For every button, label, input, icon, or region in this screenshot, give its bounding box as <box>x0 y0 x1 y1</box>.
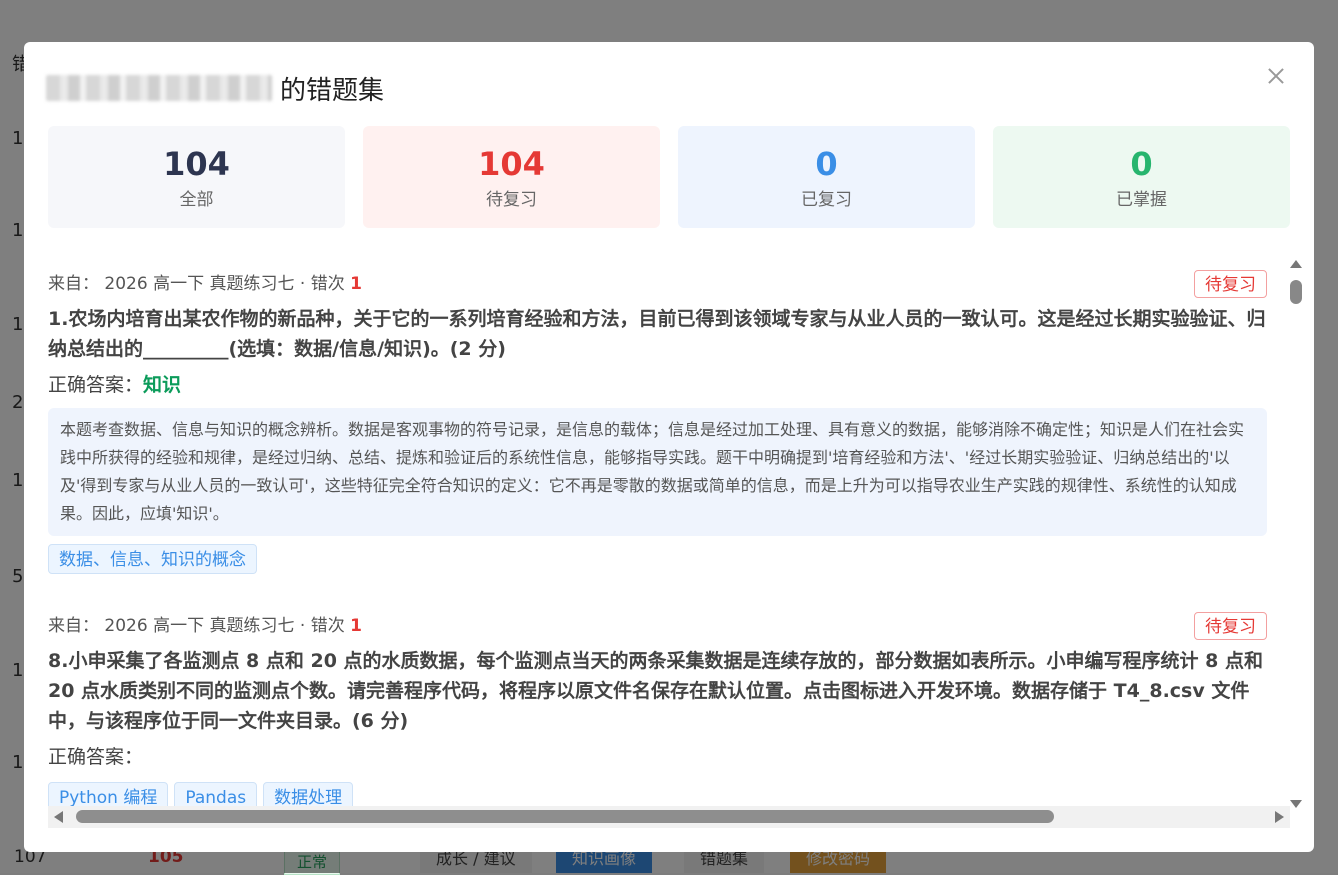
item-source: 来自： 2026 高一下 真题练习七 · 错次 1 <box>48 612 1267 640</box>
list-item: 来自： 2026 高一下 真题练习七 · 错次 1 待复习 1.农场内培育出某农… <box>48 256 1267 574</box>
stat-label: 已复习 <box>801 189 852 210</box>
source-text: 2026 高一下 真题练习七 · 错次 <box>104 274 345 294</box>
question-text: 1.农场内培育出某农作物的新品种，关于它的一系列培育经验和方法，目前已得到该领域… <box>48 308 1266 360</box>
source-prefix: 来自： <box>48 616 99 636</box>
close-icon[interactable] <box>1264 64 1288 88</box>
status-badge[interactable]: 待复习 <box>1194 270 1267 298</box>
scroll-up-arrow-icon[interactable] <box>1290 260 1302 268</box>
blurred-student-name <box>46 75 272 101</box>
vertical-scrollbar[interactable] <box>1286 256 1304 808</box>
stat-card-all[interactable]: 104 全部 <box>48 126 345 228</box>
stat-card-mastered[interactable]: 0 已掌握 <box>993 126 1290 228</box>
dialog-title: 的错题集 <box>46 70 384 106</box>
answer-label: 正确答案： <box>48 374 144 396</box>
explanation-box: 本题考查数据、信息与知识的概念辨析。数据是客观事物的符号记录，是信息的载体；信息… <box>48 408 1267 536</box>
correct-answer: 正确答案： <box>48 740 1267 774</box>
stat-value: 104 <box>163 144 230 183</box>
dialog-title-text: 的错题集 <box>280 75 385 106</box>
wrong-count: 1 <box>350 274 362 294</box>
status-badge[interactable]: 待复习 <box>1194 612 1267 640</box>
scroll-down-arrow-icon[interactable] <box>1290 800 1302 808</box>
tag-list: Python 编程 Pandas 数据处理 <box>48 782 1267 808</box>
stat-label: 待复习 <box>486 189 537 210</box>
stat-card-pending[interactable]: 104 待复习 <box>363 126 660 228</box>
question-text: 8.小申采集了各监测点 8 点和 20 点的水质数据，每个监测点当天的两条采集数… <box>48 650 1264 732</box>
scroll-right-arrow-icon[interactable] <box>1275 811 1284 823</box>
source-text: 2026 高一下 真题练习七 · 错次 <box>104 616 345 636</box>
scrollbar-thumb[interactable] <box>1290 280 1302 304</box>
item-source: 来自： 2026 高一下 真题练习七 · 错次 1 <box>48 270 1267 298</box>
stat-value: 0 <box>1130 144 1153 183</box>
scrollbar-thumb[interactable] <box>76 810 1054 823</box>
stat-value: 104 <box>478 144 545 183</box>
knowledge-tag[interactable]: Python 编程 <box>48 782 169 808</box>
knowledge-tag[interactable]: 数据、信息、知识的概念 <box>48 544 257 574</box>
answer-value: 知识 <box>143 374 182 396</box>
horizontal-scrollbar[interactable] <box>48 806 1290 828</box>
tag-list: 数据、信息、知识的概念 <box>48 544 1267 574</box>
scroll-left-arrow-icon[interactable] <box>54 811 63 823</box>
stat-label: 全部 <box>179 189 214 210</box>
wrong-questions-dialog: 的错题集 104 全部 104 待复习 0 已复习 0 已掌握 来自： 2026… <box>24 42 1314 852</box>
list-item: 来自： 2026 高一下 真题练习七 · 错次 1 待复习 8.小申采集了各监测… <box>48 598 1267 808</box>
stat-value: 0 <box>815 144 838 183</box>
stat-label: 已掌握 <box>1116 189 1167 210</box>
answer-label: 正确答案： <box>48 746 144 768</box>
wrong-question-list[interactable]: 来自： 2026 高一下 真题练习七 · 错次 1 待复习 1.农场内培育出某农… <box>48 256 1267 808</box>
knowledge-tag[interactable]: 数据处理 <box>263 782 354 808</box>
wrong-count: 1 <box>350 616 362 636</box>
stat-card-reviewed[interactable]: 0 已复习 <box>678 126 975 228</box>
source-prefix: 来自： <box>48 274 99 294</box>
knowledge-tag[interactable]: Pandas <box>174 782 258 808</box>
correct-answer: 正确答案：知识 <box>48 368 1267 402</box>
stats-row: 104 全部 104 待复习 0 已复习 0 已掌握 <box>48 126 1290 228</box>
